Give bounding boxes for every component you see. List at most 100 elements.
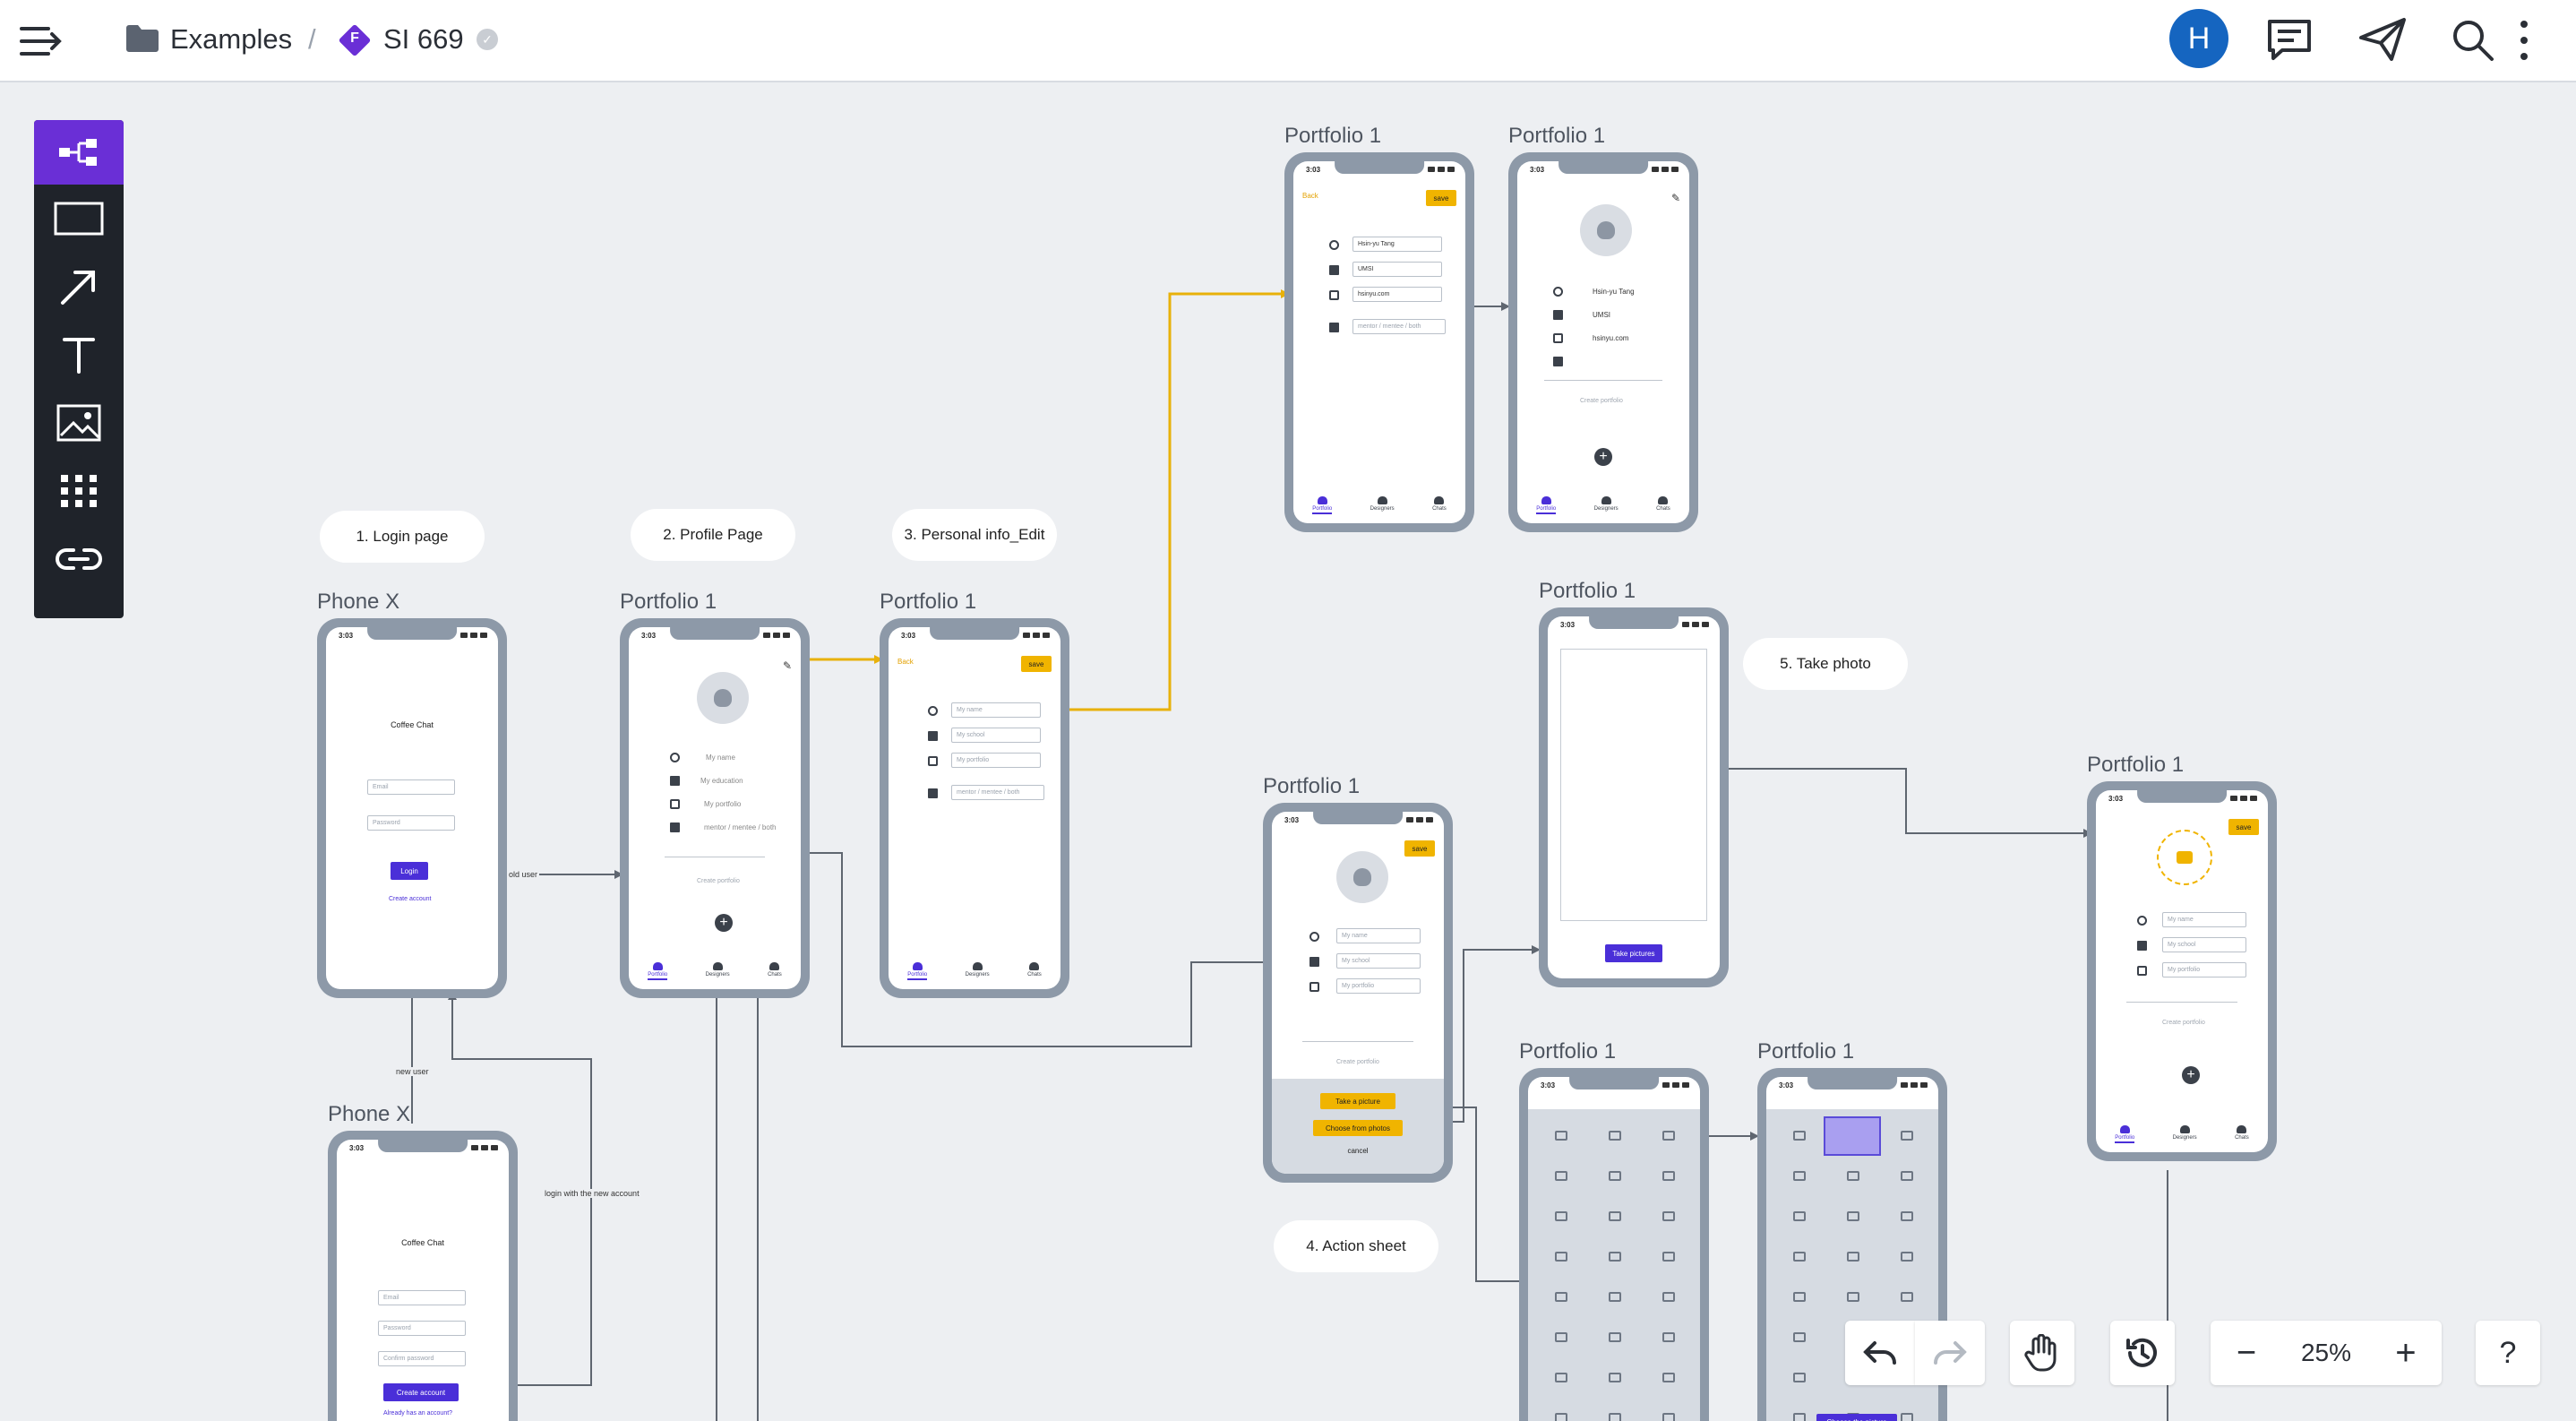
tab-portfolio[interactable]: Portfolio: [907, 962, 928, 980]
frame-label-portfolio[interactable]: Portfolio 1: [1508, 124, 1605, 149]
portfolio-field[interactable]: My portfolio: [2162, 962, 2246, 977]
take-pictures-button[interactable]: Take pictures: [1605, 944, 1662, 962]
help-button[interactable]: ?: [2476, 1321, 2540, 1385]
phone-camera[interactable]: 3:03 Take pictures: [1539, 607, 1729, 987]
comment-icon[interactable]: [2266, 18, 2313, 67]
tab-chats[interactable]: Chats: [1027, 962, 1042, 977]
photo-thumbnail-icon[interactable]: [1662, 1373, 1675, 1382]
phone-signup[interactable]: 3:03 Coffee Chat Email Password Confirm …: [328, 1131, 518, 1421]
photo-thumbnail-icon[interactable]: [1901, 1292, 1913, 1302]
phone-login[interactable]: 3:03 Coffee Chat Email Password Login Cr…: [317, 618, 507, 998]
mentor-field[interactable]: mentor / mentee / both: [1352, 319, 1446, 334]
profile-avatar[interactable]: [1580, 204, 1632, 256]
breadcrumb-folder[interactable]: Examples: [170, 22, 292, 57]
phone-personal-edit[interactable]: 3:03 Back save My name My school My port…: [880, 618, 1069, 998]
email-field[interactable]: Email: [367, 779, 455, 795]
undo-button[interactable]: [1845, 1321, 1915, 1385]
photo-thumbnail-icon[interactable]: [1793, 1413, 1806, 1421]
photo-thumbnail-icon[interactable]: [1793, 1171, 1806, 1181]
photo-thumbnail-icon[interactable]: [1901, 1413, 1913, 1421]
confirm-password-field[interactable]: Confirm password: [378, 1351, 466, 1366]
photo-thumbnail-icon[interactable]: [1555, 1413, 1567, 1421]
photo-thumbnail-icon[interactable]: [1609, 1131, 1621, 1141]
create-account-button[interactable]: Create account: [383, 1383, 459, 1401]
portfolio-field[interactable]: hsinyu.com: [1352, 287, 1442, 302]
phone-gallery[interactable]: 3:03: [1519, 1068, 1709, 1421]
tab-chats[interactable]: Chats: [2235, 1125, 2249, 1141]
photo-thumbnail-icon[interactable]: [1609, 1252, 1621, 1262]
sticky-profile-page[interactable]: 2. Profile Page: [631, 509, 795, 561]
zoom-level[interactable]: 25%: [2301, 1339, 2351, 1367]
save-button[interactable]: save: [2228, 819, 2259, 835]
cancel-button[interactable]: cancel: [1272, 1147, 1444, 1155]
photo-thumbnail-icon[interactable]: [1662, 1292, 1675, 1302]
already-account-link[interactable]: Already has an account?: [383, 1410, 452, 1417]
user-avatar[interactable]: H: [2169, 9, 2228, 68]
history-button[interactable]: [2110, 1321, 2175, 1385]
tab-designers[interactable]: Designers: [966, 962, 990, 977]
edit-pencil-icon[interactable]: ✎: [1671, 192, 1680, 204]
name-field[interactable]: My name: [2162, 912, 2246, 927]
photo-thumbnail-icon[interactable]: [1555, 1292, 1567, 1302]
photo-thumbnail-icon[interactable]: [1662, 1171, 1675, 1181]
frame-label-portfolio[interactable]: Portfolio 1: [1284, 124, 1381, 149]
frame-label-portfolio[interactable]: Portfolio 1: [1519, 1039, 1616, 1064]
photo-thumbnail-icon[interactable]: [1609, 1413, 1621, 1421]
sticky-take-photo[interactable]: 5. Take photo: [1743, 638, 1908, 690]
tab-portfolio[interactable]: Portfolio: [1312, 496, 1333, 514]
arrow-tool[interactable]: [34, 254, 124, 319]
edit-pencil-icon[interactable]: ✎: [783, 659, 792, 672]
photo-thumbnail-icon[interactable]: [1555, 1171, 1567, 1181]
tab-portfolio[interactable]: Portfolio: [648, 962, 668, 980]
menu-icon[interactable]: [20, 25, 64, 57]
photo-thumbnail-icon[interactable]: [1793, 1292, 1806, 1302]
back-link[interactable]: Back: [1302, 192, 1318, 200]
photo-thumbnail-icon[interactable]: [1609, 1373, 1621, 1382]
photo-thumbnail-icon[interactable]: [1793, 1211, 1806, 1221]
password-field[interactable]: Password: [378, 1321, 466, 1336]
add-portfolio-button[interactable]: +: [2182, 1066, 2200, 1084]
photo-thumbnail-icon[interactable]: [1901, 1131, 1913, 1141]
portfolio-field[interactable]: My portfolio: [951, 753, 1041, 768]
photo-thumbnail-icon[interactable]: [1847, 1252, 1859, 1262]
sticky-login-page[interactable]: 1. Login page: [320, 511, 485, 563]
add-portfolio-button[interactable]: +: [715, 914, 733, 932]
profile-avatar[interactable]: [697, 672, 749, 724]
tab-designers[interactable]: Designers: [1370, 496, 1395, 512]
photo-thumbnail-icon[interactable]: [1662, 1211, 1675, 1221]
photo-thumbnail-icon[interactable]: [1793, 1332, 1806, 1342]
more-options-icon[interactable]: [2519, 18, 2529, 67]
photo-thumbnail-icon[interactable]: [1555, 1332, 1567, 1342]
school-field[interactable]: My school: [951, 728, 1041, 743]
save-button[interactable]: save: [1021, 656, 1052, 672]
photo-thumbnail-icon[interactable]: [1555, 1211, 1567, 1221]
phone-filled-edit[interactable]: 3:03 Back save Hsin-yu Tang UMSI hsinyu.…: [1284, 152, 1474, 532]
photo-thumbnail-icon[interactable]: [1609, 1332, 1621, 1342]
phone-action-sheet[interactable]: 3:03 save My name My school My portfolio…: [1263, 803, 1453, 1183]
tab-chats[interactable]: Chats: [768, 962, 782, 977]
photo-thumbnail-icon[interactable]: [1662, 1131, 1675, 1141]
save-button[interactable]: save: [1404, 840, 1435, 857]
photo-thumbnail-icon[interactable]: [1847, 1211, 1859, 1221]
tab-designers[interactable]: Designers: [2173, 1125, 2197, 1141]
photo-thumbnail-icon[interactable]: [1847, 1171, 1859, 1181]
photo-thumbnail-icon[interactable]: [1901, 1252, 1913, 1262]
photo-placeholder[interactable]: [2157, 830, 2212, 885]
tab-portfolio[interactable]: Portfolio: [2115, 1125, 2135, 1143]
school-field[interactable]: My school: [2162, 937, 2246, 952]
choose-photos-button[interactable]: Choose from photos: [1313, 1120, 1403, 1136]
photo-thumbnail-icon[interactable]: [1662, 1332, 1675, 1342]
photo-thumbnail-icon[interactable]: [1609, 1211, 1621, 1221]
photo-thumbnail-icon[interactable]: [1793, 1252, 1806, 1262]
photo-thumbnail-icon[interactable]: [1901, 1171, 1913, 1181]
share-send-icon[interactable]: [2357, 16, 2408, 67]
frame-label-portfolio[interactable]: Portfolio 1: [880, 590, 976, 615]
flow-tool[interactable]: [34, 120, 124, 185]
profile-avatar[interactable]: [1336, 851, 1388, 903]
frame-label-phone-x-signup[interactable]: Phone X: [328, 1102, 410, 1127]
search-icon[interactable]: [2451, 18, 2495, 67]
take-picture-button[interactable]: Take a picture: [1320, 1093, 1395, 1109]
photo-thumbnail-icon[interactable]: [1609, 1171, 1621, 1181]
name-field[interactable]: My name: [1336, 928, 1421, 943]
phone-profile[interactable]: 3:03 ✎ My name My education My portfolio…: [620, 618, 810, 998]
